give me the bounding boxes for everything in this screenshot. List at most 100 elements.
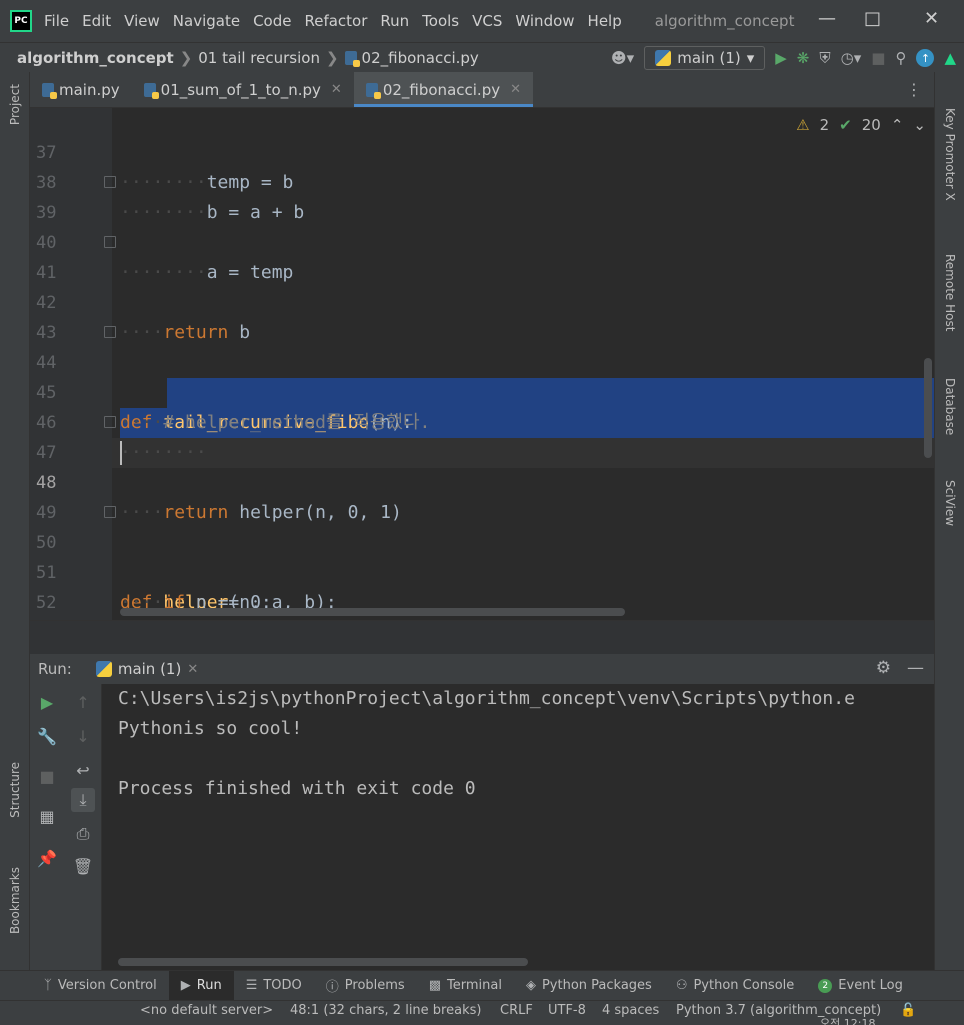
remote-host-tool-button[interactable]: Remote Host xyxy=(943,254,957,331)
menu-edit[interactable]: Edit xyxy=(82,12,111,30)
python-icon: ⚇ xyxy=(675,978,688,993)
coverage-icon[interactable]: ⛨ xyxy=(819,49,830,67)
run-configuration-select[interactable]: main (1) ▾ xyxy=(644,46,766,70)
breadcrumb-file[interactable]: 02_fibonacci.py xyxy=(362,49,479,67)
fold-marker-icon[interactable] xyxy=(104,236,116,248)
tab-fibonacci[interactable]: 02_fibonacci.py ✕ xyxy=(353,72,534,107)
run-icon[interactable]: ▶ xyxy=(775,49,787,67)
tab-label: main.py xyxy=(59,80,120,99)
close-tab-icon[interactable]: ✕ xyxy=(510,82,521,97)
horizontal-scrollbar[interactable] xyxy=(120,608,625,616)
event-log-badge: 2 xyxy=(818,978,833,993)
fold-marker-icon[interactable] xyxy=(104,176,116,188)
menu-file[interactable]: File xyxy=(44,12,69,30)
run-panel-header: Run: main (1) ✕ ⚙ — xyxy=(30,654,934,684)
lock-icon[interactable]: 🔓 xyxy=(900,1003,916,1018)
tool-label: Event Log xyxy=(838,978,903,993)
menu-bar: PC File Edit View Navigate Code Refactor… xyxy=(0,0,964,42)
stop-icon[interactable]: ■ xyxy=(871,49,885,67)
user-icon[interactable]: ☻▾ xyxy=(611,49,634,67)
trash-icon[interactable]: 🗑 xyxy=(71,854,95,878)
vertical-scrollbar[interactable] xyxy=(924,358,932,458)
tool-label: Run xyxy=(196,978,222,993)
print-icon[interactable]: ⎙ xyxy=(71,822,95,846)
menu-navigate[interactable]: Navigate xyxy=(173,12,240,30)
pin-icon[interactable]: 📌 xyxy=(35,846,59,870)
menu-view[interactable]: View xyxy=(124,12,160,30)
tab-main-py[interactable]: main.py xyxy=(30,72,132,107)
run-console-output[interactable]: C:\Users\is2js\pythonProject\algorithm_c… xyxy=(102,684,934,970)
info-icon: ⓘ xyxy=(325,980,339,995)
fold-marker-icon[interactable] xyxy=(104,326,116,338)
version-control-tool-button[interactable]: ᛉ Version Control xyxy=(0,971,169,1000)
close-tab-icon[interactable]: ✕ xyxy=(187,662,198,677)
chevron-right-icon: ❯ xyxy=(325,48,339,67)
python-packages-tool-button[interactable]: ◈ Python Packages xyxy=(514,971,664,1000)
fold-marker-icon[interactable] xyxy=(104,416,116,428)
gear-icon[interactable]: ⚙ xyxy=(876,658,891,678)
soft-wrap-icon[interactable]: ↩ xyxy=(71,758,95,782)
menu-help[interactable]: Help xyxy=(588,12,622,30)
menu-tools[interactable]: Tools xyxy=(422,12,459,30)
arrow-up-icon[interactable]: ↑ xyxy=(71,690,95,714)
code-line: 47 ····return helper(n, 0, 1) xyxy=(30,408,934,523)
todo-tool-button[interactable]: ☰ TODO xyxy=(234,971,314,1000)
menu-vcs[interactable]: VCS xyxy=(472,12,502,30)
line-separator[interactable]: CRLF xyxy=(500,1003,533,1018)
terminal-tool-button[interactable]: ▩ Terminal xyxy=(417,971,514,1000)
fold-marker-icon[interactable] xyxy=(104,506,116,518)
key-promoter-tool-button[interactable]: Key Promoter X xyxy=(943,108,957,201)
search-icon[interactable]: ⚲ xyxy=(895,49,906,67)
project-tool-button[interactable]: Project xyxy=(8,84,22,125)
tool-label: Problems xyxy=(344,978,405,993)
update-icon[interactable]: ↑ xyxy=(916,49,935,67)
menu-code[interactable]: Code xyxy=(253,12,291,30)
debug-icon[interactable]: ❋ xyxy=(797,49,810,67)
close-tab-icon[interactable]: ✕ xyxy=(331,82,342,97)
console-horizontal-scrollbar[interactable] xyxy=(118,958,528,966)
sciview-tool-button[interactable]: SciView xyxy=(943,480,957,526)
code-line: 52 ········return a xyxy=(30,558,934,613)
caret-position[interactable]: 48:1 (32 chars, 2 line breaks) xyxy=(290,1003,481,1018)
console-line: Pythonis so cool! xyxy=(118,718,303,739)
code-editor[interactable]: ⚠ 2 ✔ 20 ⌃ ⌄ 37 ········temp = b 38 ····… xyxy=(30,108,934,620)
rerun-icon[interactable]: ▶ xyxy=(35,690,59,714)
more-vertical-icon[interactable]: ⋮ xyxy=(906,80,922,99)
right-tool-strip: Key Promoter X Remote Host Database SciV… xyxy=(934,72,964,970)
profile-icon[interactable]: ◷▾ xyxy=(841,49,862,67)
breadcrumb-project[interactable]: algorithm_concept xyxy=(17,49,174,67)
plugin-icon[interactable]: ▲ xyxy=(944,49,956,67)
menu-window[interactable]: Window xyxy=(515,12,574,30)
database-tool-button[interactable]: Database xyxy=(943,378,957,435)
menu-refactor[interactable]: Refactor xyxy=(304,12,367,30)
menu-run[interactable]: Run xyxy=(380,12,409,30)
minimize-icon[interactable]: — xyxy=(818,8,836,29)
stop-icon[interactable]: ■ xyxy=(35,764,59,788)
panel-splitter[interactable] xyxy=(30,620,934,654)
maximize-icon[interactable]: □ xyxy=(864,8,881,29)
layout-icon[interactable]: ▦ xyxy=(35,804,59,828)
server-status[interactable]: <no default server> xyxy=(140,1003,273,1018)
code-line: 42 xyxy=(30,258,934,313)
run-tab[interactable]: main (1) ✕ xyxy=(95,660,198,678)
scroll-to-end-icon[interactable]: ⤓ xyxy=(71,788,95,812)
python-console-tool-button[interactable]: ⚇ Python Console xyxy=(664,971,806,1000)
text-caret xyxy=(120,441,122,465)
problems-tool-button[interactable]: ⓘ Problems xyxy=(314,971,417,1000)
tool-label: Python Console xyxy=(693,978,795,993)
structure-tool-button[interactable]: Structure xyxy=(8,762,22,818)
close-window-icon[interactable]: ✕ xyxy=(924,8,939,29)
code-line: 39 ········a = temp xyxy=(30,168,934,283)
breadcrumb-folder[interactable]: 01 tail recursion xyxy=(198,49,320,67)
bookmarks-tool-button[interactable]: Bookmarks xyxy=(8,867,22,934)
indent-setting[interactable]: 4 spaces xyxy=(602,1003,659,1018)
tool-label: TODO xyxy=(263,978,302,993)
event-log-tool-button[interactable]: 2 Event Log xyxy=(806,971,915,1000)
tab-sum-of-1-to-n[interactable]: 01_sum_of_1_to_n.py ✕ xyxy=(132,72,354,107)
wrench-icon[interactable]: 🔧 xyxy=(35,724,59,748)
file-encoding[interactable]: UTF-8 xyxy=(548,1003,586,1018)
run-toolbar-secondary: ↑ ↓ ↩ ⤓ ⎙ 🗑 xyxy=(64,684,102,970)
hide-panel-icon[interactable]: — xyxy=(907,658,924,678)
run-tool-button[interactable]: ▶ Run xyxy=(168,971,234,1000)
arrow-down-icon[interactable]: ↓ xyxy=(71,724,95,748)
